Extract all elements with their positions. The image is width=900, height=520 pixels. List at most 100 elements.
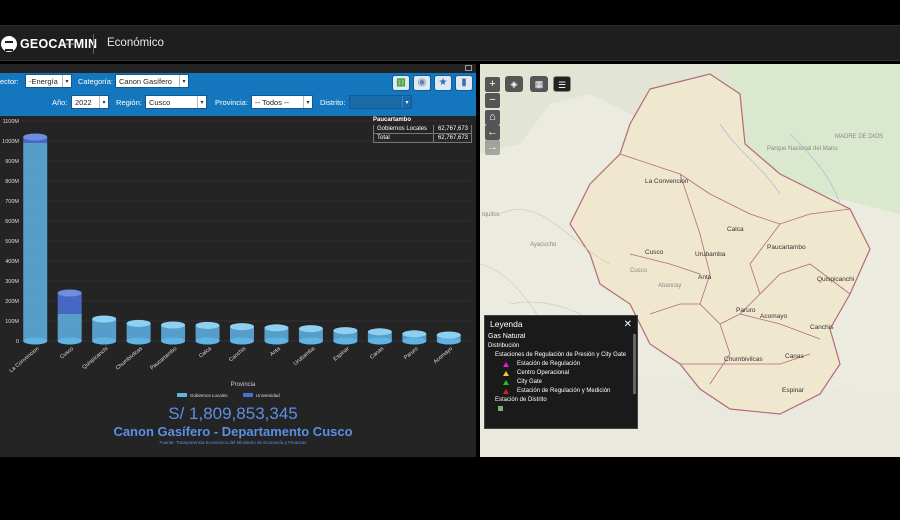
- legend-item: Centro Operacional: [498, 370, 634, 376]
- bar-base: [436, 337, 461, 345]
- bar-top: [161, 321, 186, 329]
- total-amount: S/ 1,809,853,345: [168, 404, 298, 423]
- minimize-panel-icon[interactable]: [465, 65, 472, 71]
- zoom-out-button[interactable]: −: [485, 93, 500, 108]
- legend-title: Leyenda: [490, 319, 523, 329]
- legend-group: Gas Natural: [488, 333, 526, 340]
- distrito-select[interactable]: ▾: [349, 95, 412, 109]
- geocatmin-logo[interactable]: GEOCATMIN: [0, 34, 97, 54]
- anio-select[interactable]: 2022 ▾: [71, 95, 109, 109]
- legend-layer: Estaciones de Regulación de Presión y Ci…: [495, 352, 634, 358]
- forward-button[interactable]: →: [485, 140, 500, 155]
- legend-item-label: Estación de Regulación: [517, 361, 581, 367]
- provincia-select[interactable]: -- Todos -- ▾: [251, 95, 313, 109]
- bar-top: [23, 133, 48, 141]
- bar-chart-3d-button[interactable]: ▥: [392, 75, 410, 91]
- bar-base: [161, 337, 186, 345]
- map-label: Cusco: [630, 268, 648, 274]
- bar-chart-icon: ▮: [461, 77, 467, 88]
- legend-panel: Leyenda ✕ Gas Natural Distribución Estac…: [484, 315, 638, 429]
- home-button[interactable]: ⌂: [485, 110, 500, 125]
- table-row: Total 62,767,673: [373, 134, 472, 143]
- legend-layer: Estación de Distrito: [495, 397, 634, 403]
- chevron-down-icon: ▾: [402, 96, 411, 108]
- x-tick-label: Paucartambo: [149, 346, 178, 372]
- y-tick-label: 200M: [5, 299, 19, 305]
- bar-top: [298, 325, 323, 333]
- legend-sublayer: Distribución: [488, 343, 520, 349]
- x-tick-label: Canas: [369, 346, 385, 361]
- bar-top: [436, 331, 461, 339]
- table-cell-label: Total: [374, 134, 434, 142]
- map-label: Paucartambo: [767, 244, 806, 251]
- x-axis-label: Provincia: [231, 382, 256, 388]
- simple-bar-chart-button[interactable]: ▮: [455, 75, 473, 91]
- map-label: Calca: [727, 226, 744, 233]
- table-cell-label: Gobiernos Locales: [374, 125, 434, 133]
- provincia-label: Provincia:: [215, 98, 248, 107]
- legend-item-label: Centro Operacional: [517, 370, 570, 376]
- bar-chart-icon: ▥: [396, 77, 406, 88]
- favorite-button[interactable]: ★: [434, 75, 452, 91]
- legend-button[interactable]: ☰: [553, 76, 571, 92]
- bar-top: [195, 321, 220, 329]
- y-tick-label: 600M: [5, 219, 19, 225]
- y-tick-label: 0: [16, 339, 19, 345]
- map-label: Chumbivilcas: [724, 356, 763, 363]
- map-label: Cusco: [645, 249, 664, 256]
- app-window: GEOCATMIN INGEMMET Económico ector: -Ene…: [0, 0, 900, 520]
- table-row: Gobiernos Locales 62,767,673: [373, 125, 472, 134]
- sector-select[interactable]: -Energía ▾: [25, 74, 72, 88]
- triangle-icon: [503, 370, 509, 376]
- triangle-icon: [503, 361, 509, 367]
- zoom-in-button[interactable]: +: [485, 77, 500, 92]
- map-label: Iquitos: [482, 212, 500, 218]
- bar-base: [367, 337, 392, 345]
- globe-icon: ◉: [417, 77, 427, 88]
- x-tick-label: La Convencion: [9, 346, 41, 374]
- bar-base: [264, 337, 289, 345]
- globe-chart-button[interactable]: ◉: [413, 75, 431, 91]
- bar-top: [57, 289, 82, 297]
- legend-item: City Gate: [498, 379, 634, 385]
- bar-base: [57, 337, 82, 345]
- bar-top: [92, 315, 117, 323]
- minus-icon: −: [489, 94, 496, 106]
- y-tick-label: 700M: [5, 199, 19, 205]
- bar-base: [23, 337, 48, 345]
- chevron-down-icon: ▾: [62, 75, 71, 87]
- y-tick-label: 100M: [5, 319, 19, 325]
- anio-label: Año:: [52, 98, 68, 107]
- tooltip-table: Paucartambo Gobiernos Locales 62,767,673…: [373, 117, 472, 143]
- map-label: Acomayo: [760, 313, 788, 320]
- header-divider: [93, 34, 94, 54]
- categoria-select[interactable]: Canon Gasífero ▾: [115, 74, 189, 88]
- bar-top: [367, 328, 392, 336]
- map-label: Abancay: [658, 283, 682, 289]
- list-icon: ☰: [557, 80, 567, 90]
- map-label: Urubamba: [695, 251, 726, 258]
- basemap-button[interactable]: ▦: [530, 76, 548, 92]
- legend-item-label: City Gate: [517, 379, 543, 385]
- chart-panel: ector: -Energía ▾ Categoría: Canon Gasífe…: [0, 64, 476, 457]
- y-tick-label: 800M: [5, 179, 19, 185]
- bar-base: [126, 337, 151, 345]
- back-button[interactable]: ←: [485, 125, 500, 140]
- y-tick-label: 500M: [5, 239, 19, 245]
- bar-top: [402, 330, 427, 338]
- legend-item-label: Estación de Regulación y Medición: [517, 388, 611, 394]
- bar-chart: 0 100M 200M 300M 400M 500M 600M 700M 800M 900M 100…: [2, 119, 470, 445]
- y-tick-label: 900M: [5, 159, 19, 165]
- bar-base: [333, 337, 358, 345]
- legend-item: Estación de Regulación: [498, 361, 634, 367]
- x-tick-label: Acomayo: [433, 346, 454, 365]
- legend-scrollbar[interactable]: [633, 334, 636, 394]
- close-icon[interactable]: ✕: [624, 319, 632, 330]
- legend-item: Estación de Regulación y Medición: [498, 388, 634, 394]
- layers-button[interactable]: ◈: [505, 76, 523, 92]
- bar-top: [126, 319, 151, 327]
- table-cell-value: 62,767,673: [437, 126, 468, 132]
- chevron-down-icon: ▾: [197, 96, 206, 108]
- region-select[interactable]: Cusco ▾: [145, 95, 207, 109]
- plus-icon: +: [489, 78, 496, 90]
